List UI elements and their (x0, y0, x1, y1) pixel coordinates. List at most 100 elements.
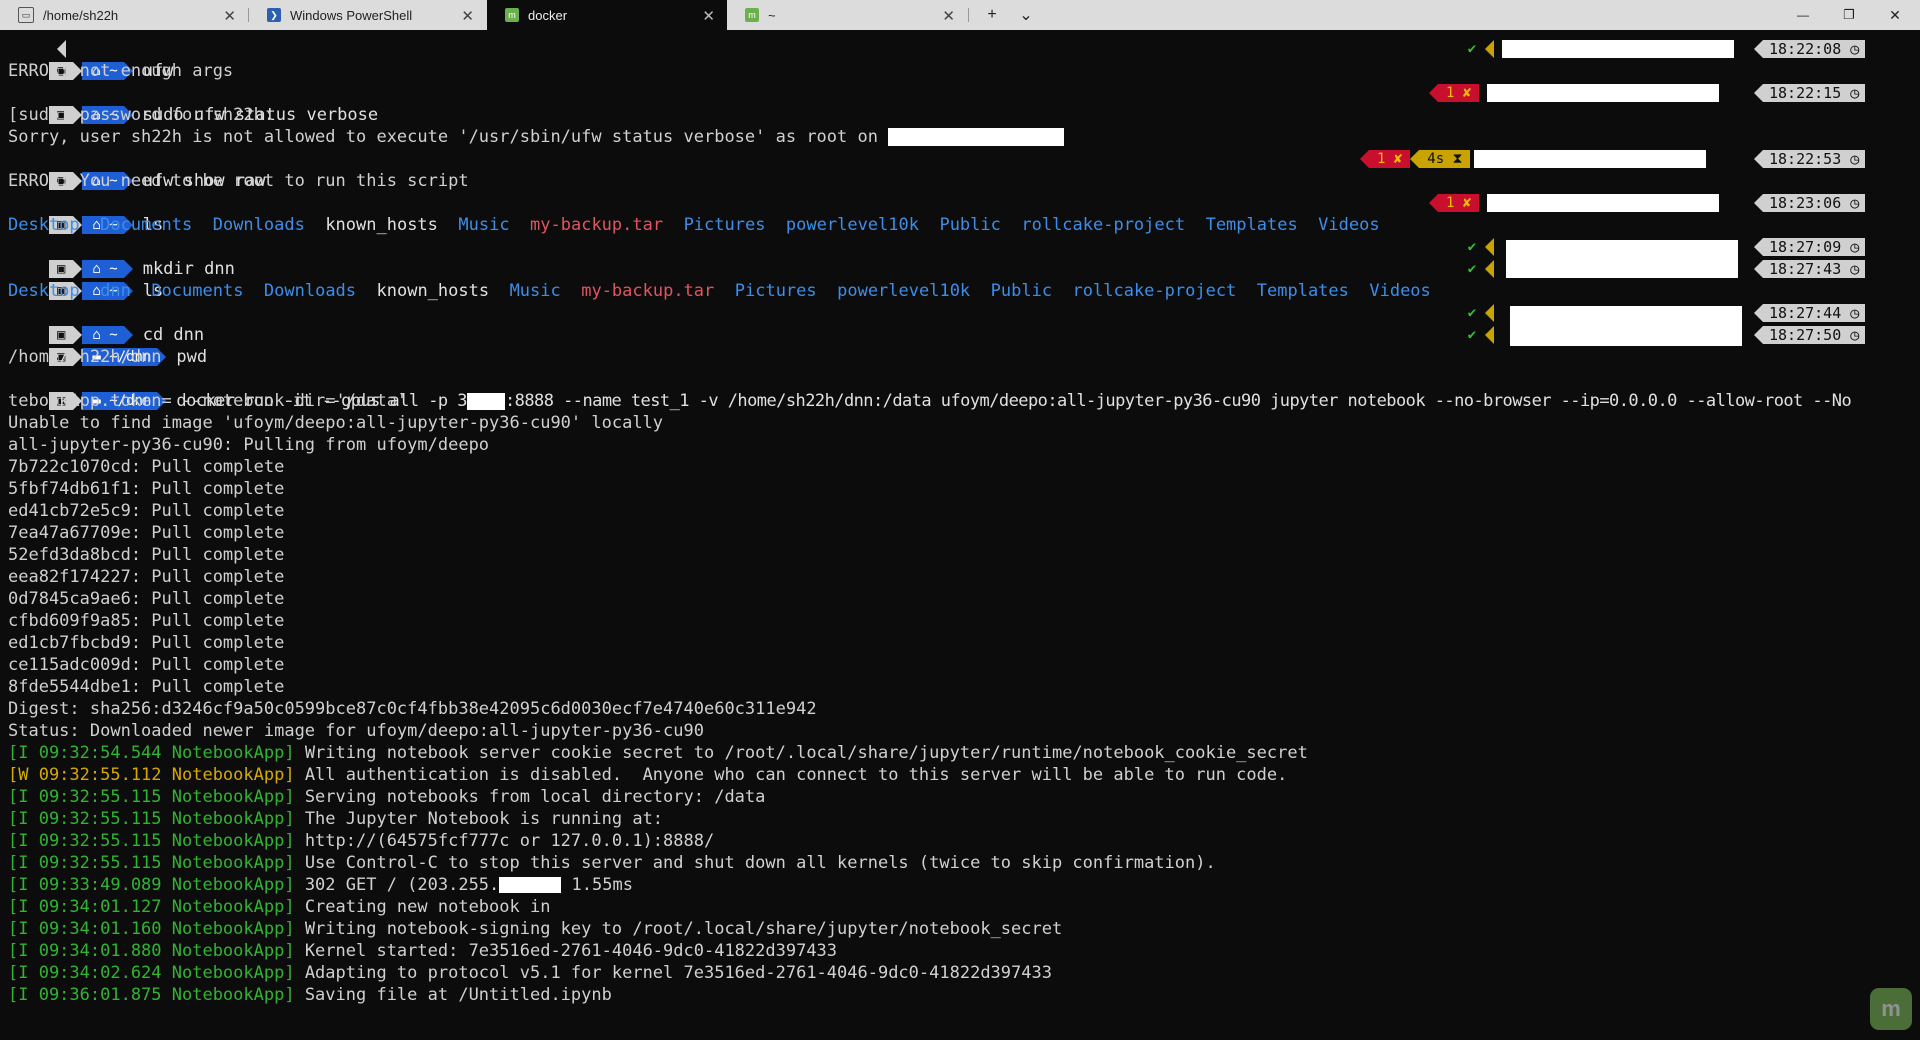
timestamp-segment: 18:22:15 ◷ (1754, 84, 1866, 102)
timestamp-segment: 18:27:44 ◷ (1754, 304, 1866, 322)
right-prompt: ✔ (1465, 38, 1734, 60)
ls-entry: known_hosts (325, 215, 459, 235)
pull-line: 52efd3da8bcd: Pull complete (8, 545, 285, 565)
separator-arrow (1429, 194, 1438, 212)
right-prompt: ✔ (1465, 302, 1494, 324)
tab-powershell[interactable]: ❯ Windows PowerShell ✕ (249, 0, 486, 30)
ls-entry: rollcake-project (1021, 215, 1206, 235)
terminal-pane[interactable]: ▣ ⌂ ~ ufw ERROR: not enough args ▣ ⌂ ~ sudo … (0, 30, 1920, 1040)
log-line: [I 09:34:01.880 NotebookApp] Kernel star… (8, 940, 837, 962)
tab-dropdown-button[interactable]: ⌄ (1004, 0, 1048, 30)
error-badge: 1 ✘ (1438, 84, 1480, 102)
ls-entry: dnn (100, 281, 152, 301)
log-line: [I 09:34:01.127 NotebookApp] Creating ne… (8, 896, 550, 918)
tab-docker[interactable]: m docker ✕ (487, 0, 727, 30)
ls-entry: my-backup.tar (581, 281, 735, 301)
separator-arrow (1485, 260, 1494, 278)
pull-line: 0d7845ca9ae6: Pull complete (8, 589, 285, 609)
pull-line: eea82f174227: Pull complete (8, 567, 285, 587)
check-icon: ✔ (1467, 41, 1477, 57)
timestamp: 18:22:08 ◷ (1763, 40, 1866, 58)
output-text: Sorry, user sh22h is not allowed to exec… (8, 127, 889, 147)
mint-icon: m (505, 8, 519, 22)
pull-line: ed1cb7fbcbd9: Pull complete (8, 633, 285, 653)
ls-entry: Desktop (8, 215, 101, 235)
powershell-icon: ❯ (267, 8, 281, 22)
restore-button[interactable]: ❐ (1826, 0, 1872, 30)
close-icon[interactable]: ✕ (942, 7, 955, 25)
ls-entry: Templates (1256, 281, 1370, 301)
redacted-block (1502, 40, 1734, 58)
log-prefix: [I 09:34:01.160 NotebookApp] (8, 919, 305, 939)
pull-line: 7b722c1070cd: Pull complete (8, 457, 285, 477)
separator-arrow (1410, 150, 1420, 168)
prompt-line: ▣ ⌂ ~ ufw show raw (8, 148, 266, 191)
right-prompt: 1 ✘ (1429, 82, 1720, 104)
tab-title: docker (528, 7, 568, 23)
timestamp: 18:27:43 ◷ (1763, 260, 1866, 278)
ls-entry: known_hosts (376, 281, 510, 301)
pull-line: 8fde5544dbe1: Pull complete (8, 677, 285, 697)
terminal-icon: ▭ (18, 7, 34, 23)
log-message: Use Control-C to stop this server and sh… (304, 853, 1216, 873)
ls-entry: Documents (100, 215, 213, 235)
output-line: /home/sh22h/dnn (8, 347, 162, 367)
separator-arrow (1485, 304, 1494, 322)
tab-home[interactable]: ▭ /home/sh22h ✕ (0, 0, 248, 30)
error-badge: 1 ✘ (1438, 194, 1480, 212)
prompt-line: ▣ ⌂ ~ mkdir dnn (8, 236, 235, 279)
tab-home-tilde[interactable]: m ~ ✕ (727, 0, 967, 30)
pull-line: cfbd609f9a85: Pull complete (8, 611, 285, 631)
log-message: Writing notebook server cookie secret to… (304, 743, 1308, 763)
output-line: Unable to find image 'ufoym/deepo:all-ju… (8, 413, 664, 433)
ls-entry: Templates (1205, 215, 1319, 235)
ls-entry: Pictures (683, 215, 786, 235)
log-message: Kernel started: 7e3516ed-2761-4046-9dc0-… (304, 941, 838, 961)
ls-entry: Documents (151, 281, 264, 301)
output-line: all-jupyter-py36-cu90: Pulling from ufoy… (8, 435, 490, 455)
ls-entry: Videos (1369, 281, 1431, 301)
tab-divider (968, 8, 969, 22)
tab-title: Windows PowerShell (290, 7, 413, 23)
close-icon[interactable]: ✕ (702, 7, 715, 25)
log-line: [I 09:32:55.115 NotebookApp] http://(645… (8, 830, 714, 852)
log-line: [W 09:32:55.112 NotebookApp] All authent… (8, 764, 1287, 786)
separator-arrow (1754, 150, 1763, 168)
log-line: [I 09:33:49.089 NotebookApp] 302 GET / (… (8, 874, 633, 896)
close-window-button[interactable]: ✕ (1872, 0, 1918, 30)
tab-title: /home/sh22h (43, 7, 119, 23)
close-icon[interactable]: ✕ (223, 7, 236, 25)
log-message: The Jupyter Notebook is running at: (304, 809, 664, 829)
error-badge: 1 ✘ (1369, 150, 1411, 168)
timestamp-segment: 18:23:06 ◷ (1754, 194, 1866, 212)
log-line: [I 09:32:55.115 NotebookApp] Use Control… (8, 852, 1216, 874)
close-icon[interactable]: ✕ (461, 7, 474, 25)
log-line: [I 09:36:01.875 NotebookApp] Saving file… (8, 984, 612, 1006)
log-message: Creating new notebook in (304, 897, 551, 917)
output-line: Sorry, user sh22h is not allowed to exec… (8, 126, 1065, 148)
output-line: Status: Downloaded newer image for ufoym… (8, 721, 704, 741)
chevron-down-icon: ⌄ (1019, 7, 1033, 24)
redacted-block (1506, 240, 1738, 278)
ls-entry: Desktop (8, 281, 101, 301)
minimize-button[interactable]: — (1780, 0, 1826, 30)
redacted-block (466, 392, 505, 410)
plus-icon: + (987, 6, 997, 23)
command-text: pwd (176, 347, 208, 367)
separator-arrow (1754, 40, 1763, 58)
log-prefix: [I 09:32:55.115 NotebookApp] (8, 853, 305, 873)
right-prompt: 1 ✘ (1429, 192, 1720, 214)
ls-output: Desktop dnn Documents Downloads known_ho… (8, 280, 1431, 302)
minimize-icon: — (1797, 8, 1809, 22)
log-line: [I 09:34:01.160 NotebookApp] Writing not… (8, 918, 1062, 940)
separator-arrow (1754, 326, 1763, 344)
log-message: http://(64575fcf777c or 127.0.0.1):8888/ (304, 831, 715, 851)
prompt-line: ▣ ⌂ ~ sudo ufw status verbose (8, 82, 378, 125)
ls-entry: Downloads (212, 215, 326, 235)
log-prefix: [I 09:32:55.115 NotebookApp] (8, 831, 305, 851)
log-prefix: [W 09:32:55.112 NotebookApp] (8, 765, 305, 785)
pull-line: ed41cb72e5c9: Pull complete (8, 501, 285, 521)
log-prefix: [I 09:34:01.880 NotebookApp] (8, 941, 305, 961)
check-icon: ✔ (1467, 261, 1477, 277)
log-line: [I 09:32:55.115 NotebookApp] The Jupyter… (8, 808, 663, 830)
